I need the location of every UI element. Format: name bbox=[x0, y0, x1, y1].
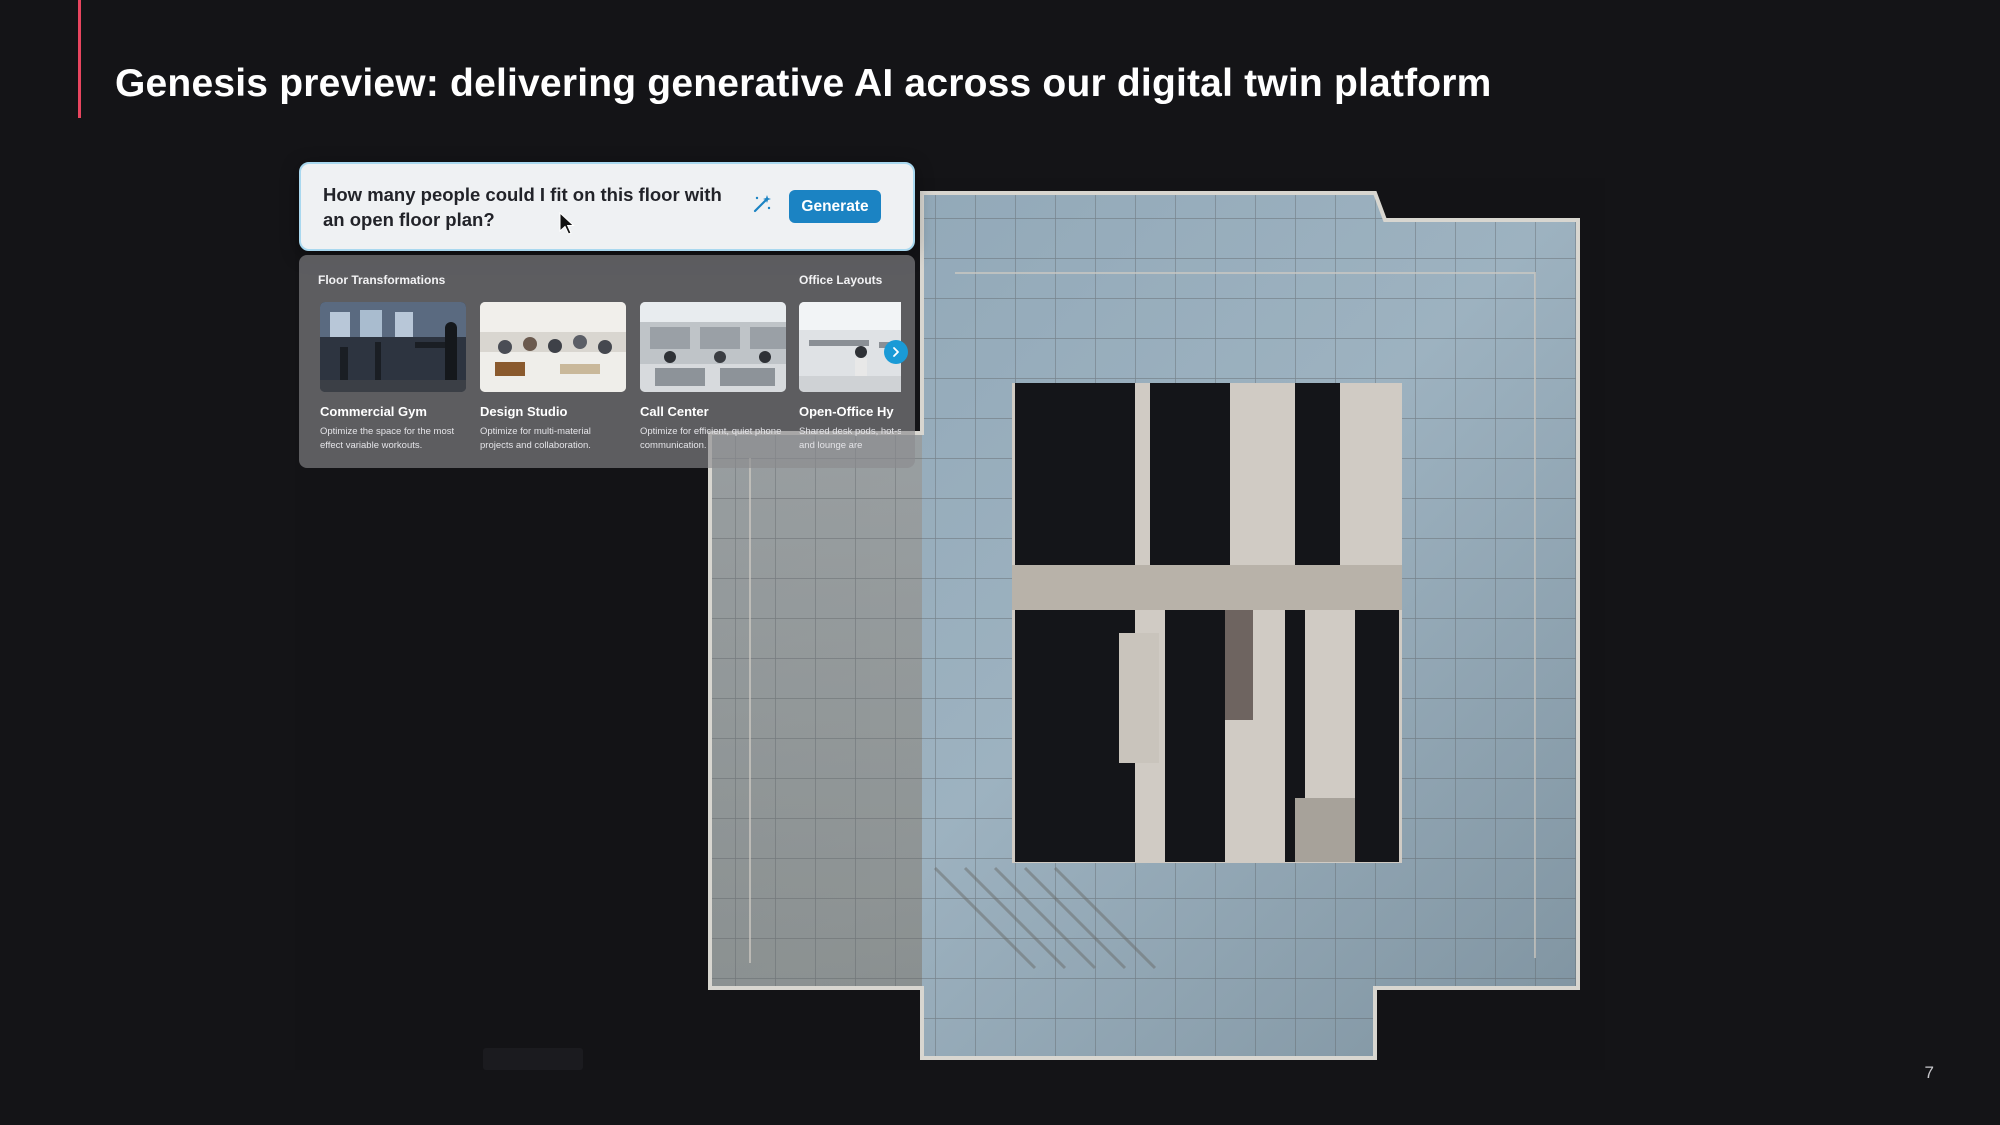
studio-thumbnail bbox=[480, 302, 626, 392]
card-title: Call Center bbox=[640, 404, 709, 419]
gym-thumbnail bbox=[320, 302, 466, 392]
prompt-card: How many people could I fit on this floo… bbox=[299, 162, 915, 251]
video-control-bar[interactable] bbox=[483, 1048, 583, 1070]
card-title: Design Studio bbox=[480, 404, 568, 419]
accent-bar bbox=[78, 0, 81, 118]
card-description: Shared desk pods, hot-spaces, and lounge… bbox=[799, 426, 901, 451]
card-description: Optimize the space for the most effect v… bbox=[320, 426, 455, 451]
card-description: Optimize for multi-material projects and… bbox=[480, 426, 591, 451]
card-title: Open-Office Hy bbox=[799, 404, 894, 419]
call-center-thumbnail bbox=[640, 302, 786, 392]
card-title: Commercial Gym bbox=[320, 404, 427, 419]
carousel-next-button[interactable] bbox=[884, 340, 908, 364]
magic-wand-icon[interactable] bbox=[752, 194, 772, 214]
prompt-input[interactable]: How many people could I fit on this floo… bbox=[323, 182, 723, 232]
suggestion-card-call-center[interactable]: Call Center Optimize for efficient, quie… bbox=[640, 302, 786, 453]
page-number: 7 bbox=[1924, 1063, 1934, 1082]
chevron-right-icon bbox=[893, 347, 899, 357]
suggestion-card-commercial-gym[interactable]: Commercial Gym Optimize the space for th… bbox=[320, 302, 466, 453]
suggestion-card-design-studio[interactable]: Design Studio Optimize for multi-materia… bbox=[480, 302, 626, 453]
floor-transformations-label: Floor Transformations bbox=[318, 273, 446, 287]
office-layouts-clip: Open-Office Hy Shared desk pods, hot-spa… bbox=[799, 255, 901, 468]
suggestion-card-open-office[interactable]: Open-Office Hy Shared desk pods, hot-spa… bbox=[799, 302, 901, 453]
slide-title: Genesis preview: delivering generative A… bbox=[115, 62, 1492, 105]
generate-button[interactable]: Generate bbox=[789, 190, 881, 223]
mouse-pointer-icon bbox=[559, 212, 575, 235]
suggestions-panel: Floor Transformations Office Layouts Com… bbox=[299, 255, 915, 468]
card-description: Optimize for efficient, quiet phone comm… bbox=[640, 426, 782, 451]
